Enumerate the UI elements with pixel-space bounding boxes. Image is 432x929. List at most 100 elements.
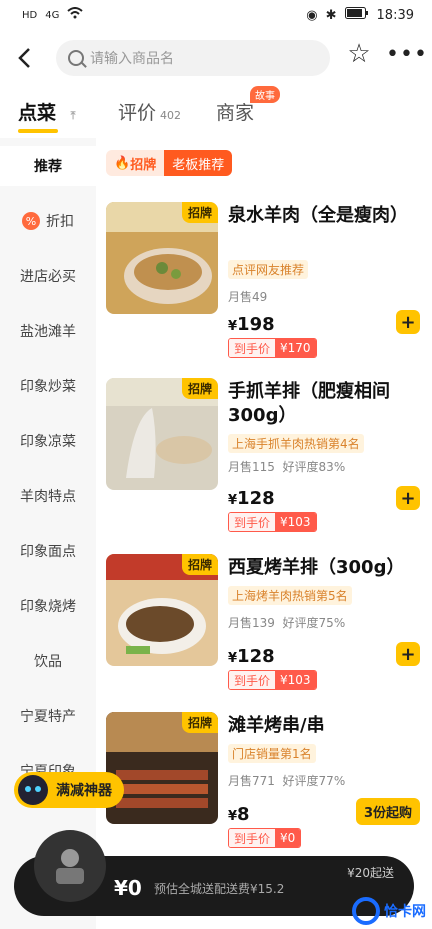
dish-rating: 好评度83% [282, 460, 346, 474]
dish-sales: 月售139 好评度75% [228, 614, 345, 631]
sidebar-item-cold-dish[interactable]: 印象凉菜 [0, 421, 96, 461]
dish-sales-count: 月售115 [228, 460, 275, 474]
dish-image[interactable]: 招牌 [106, 554, 218, 666]
sidebar-item-lamb-special[interactable]: 羊肉特点 [0, 476, 96, 516]
sidebar-item-pastry[interactable]: 印象面点 [0, 531, 96, 571]
dish-price: ¥128 [228, 646, 275, 667]
deal-value: ¥103 [275, 671, 316, 689]
deal-price: 到手价 ¥103 [228, 670, 317, 690]
sidebar-item-bbq[interactable]: 印象烧烤 [0, 586, 96, 626]
sidebar-item-stir-fry[interactable]: 印象炒菜 [0, 366, 96, 406]
watermark-text: 恰卡网 [384, 904, 426, 920]
sidebar-item-label: 羊肉特点 [20, 489, 76, 505]
signature-badge: 招牌 [181, 378, 218, 399]
search-bar[interactable]: 请输入商品名 [56, 40, 330, 76]
dish-image[interactable]: 招牌 [106, 378, 218, 490]
dish-rank: 上海手抓羊肉热销第4名 [228, 434, 364, 453]
deal-price: 到手价 ¥103 [228, 512, 317, 532]
status-right: ◉ ✱ 18:39 [306, 7, 414, 23]
story-badge: 故事 [250, 86, 280, 103]
add-to-cart-button[interactable]: + [396, 642, 420, 666]
robot-icon [18, 775, 48, 805]
min-purchase-button[interactable]: 3份起购 [355, 798, 420, 825]
section-header: 🔥 招牌 老板推荐 [106, 150, 233, 176]
dish-price-value: 128 [237, 488, 275, 509]
signature-tag: 🔥 招牌 [106, 150, 165, 176]
deal-label: 到手价 [229, 671, 276, 689]
sidebar-item-must-buy[interactable]: 进店必买 [0, 256, 96, 296]
sidebar-item-drinks[interactable]: 饮品 [0, 641, 96, 681]
search-placeholder: 请输入商品名 [90, 51, 174, 67]
dish-name: 手抓羊排（肥瘦相间300g） [228, 381, 390, 426]
sidebar-item-label: 盐池滩羊 [20, 324, 76, 340]
dish-price-value: 128 [237, 646, 275, 667]
add-to-cart-button[interactable]: + [396, 310, 420, 334]
search-icon [68, 50, 84, 66]
dish-sales-count: 月售771 [228, 774, 275, 788]
tab-merchant[interactable]: 商家 [216, 98, 254, 125]
dish-rank: 门店销量第1名 [228, 744, 316, 763]
dish-sales-count: 月售139 [228, 616, 275, 630]
tab-reviews[interactable]: 评价 402 [118, 98, 181, 125]
tab-label: 点菜 [18, 102, 57, 124]
dish-rank: 上海烤羊肉热销第5名 [228, 586, 352, 605]
signal-indicator: 4G [45, 9, 60, 21]
collapse-icon: ⤒ [70, 109, 76, 122]
deal-label: 到手价 [229, 829, 276, 847]
sidebar-item-label: 饮品 [34, 654, 62, 670]
sidebar-item-recommend[interactable]: 推荐 [0, 146, 96, 186]
more-icon: ••• [386, 41, 428, 67]
discount-helper-button[interactable]: 满减神器 [14, 772, 124, 808]
more-button[interactable]: ••• [386, 38, 427, 70]
dish-price-value: 8 [237, 804, 250, 825]
sidebar-item-label: 印象烧烤 [20, 599, 76, 615]
chevron-left-icon [18, 48, 30, 68]
eye-icon: ◉ [306, 7, 318, 23]
signature-badge: 招牌 [181, 554, 218, 575]
dish-sales: 月售115 好评度83% [228, 458, 345, 475]
deal-value: ¥0 [275, 829, 301, 847]
discount-icon: % [22, 212, 40, 230]
signature-badge: 招牌 [181, 202, 218, 223]
sidebar-item-label: 印象面点 [20, 544, 76, 560]
dish-rating: 好评度77% [282, 774, 346, 788]
deal-label: 到手价 [229, 339, 276, 357]
watermark-logo-icon [352, 897, 380, 925]
tab-order[interactable]: 点菜 ⤒ [18, 98, 76, 125]
dish-name: 滩羊烤串/串 [228, 715, 325, 736]
sidebar-item-label: 印象凉菜 [20, 434, 76, 450]
dish-item[interactable]: 招牌 手抓羊排（肥瘦相间300g） 上海手抓羊肉热销第4名 月售115 好评度8… [96, 378, 432, 538]
cart-icon[interactable] [34, 830, 106, 902]
signature-tag-label: 招牌 [130, 157, 157, 173]
watermark: 恰卡网 [352, 897, 426, 925]
helper-label: 满减神器 [56, 783, 112, 799]
dish-price: ¥128 [228, 488, 275, 509]
dish-image[interactable]: 招牌 [106, 712, 218, 824]
deal-value: ¥170 [275, 339, 316, 357]
favorite-button[interactable]: ☆ [343, 38, 375, 70]
active-tab-indicator [18, 129, 58, 133]
status-left: HD 4G [22, 7, 84, 23]
category-sidebar: 推荐 % 折扣 进店必买 盐池滩羊 印象炒菜 印象凉菜 羊肉特点 印象面点 印象烧… [0, 138, 96, 929]
wifi-icon [67, 7, 84, 23]
back-button[interactable] [6, 40, 42, 76]
delivery-fee: 预估全城送配送费¥15.2 [154, 882, 285, 896]
dish-image[interactable]: 招牌 [106, 202, 218, 314]
sidebar-item-discount[interactable]: % 折扣 [0, 201, 96, 241]
dish-item[interactable]: 招牌 西夏烤羊排（300g） 上海烤羊肉热销第5名 月售139 好评度75% ¥… [96, 554, 432, 714]
dish-item[interactable]: 招牌 泉水羊肉（全是瘦肉） 点评网友推荐 月售49 ¥198 到手价 ¥170 + [96, 202, 432, 362]
status-bar: HD 4G ◉ ✱ 18:39 [0, 0, 432, 30]
deal-price: 到手价 ¥170 [228, 338, 317, 358]
dish-item[interactable]: 招牌 滩羊烤串/串 门店销量第1名 月售771 好评度77% ¥8 到手价 ¥0 … [96, 712, 432, 872]
tab-label: 评价 [118, 102, 157, 124]
sidebar-item-ningxia-special[interactable]: 宁夏特产 [0, 696, 96, 736]
cart-total: ¥0 [114, 876, 142, 900]
sidebar-item-yanchi-lamb[interactable]: 盐池滩羊 [0, 311, 96, 351]
min-order: ¥20起送 [347, 866, 394, 880]
hd-indicator: HD [22, 9, 38, 21]
dish-sales: 月售49 [228, 290, 268, 304]
add-to-cart-button[interactable]: + [396, 486, 420, 510]
sidebar-item-label: 进店必买 [20, 269, 76, 285]
dish-sales: 月售771 好评度77% [228, 772, 345, 789]
deal-value: ¥103 [275, 513, 316, 531]
